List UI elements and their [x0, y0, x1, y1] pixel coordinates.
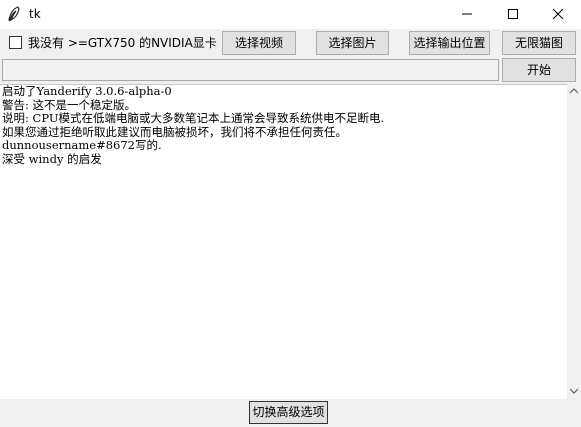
- log-line: dunnousername#8672写的.: [2, 138, 162, 153]
- toggle-advanced-options-button[interactable]: 切换高级选项: [249, 401, 328, 424]
- log-line: 如果您通过拒绝听取此建议而电脑被损坏，我们将不承担任何责任。: [2, 124, 347, 139]
- log-line: 深受 windy 的启发: [2, 151, 102, 166]
- log-output[interactable]: 启动了Yanderify 3.0.6-alpha-0 警告: 这不是一个稳定版。…: [0, 84, 567, 399]
- select-video-button[interactable]: 选择视频: [222, 31, 296, 55]
- scroll-down-arrow-icon[interactable]: [567, 384, 581, 398]
- minimize-button[interactable]: [444, 0, 490, 29]
- window-title: tk: [29, 7, 41, 21]
- infinite-cat-button[interactable]: 无限猫图: [502, 31, 576, 55]
- scroll-up-arrow-icon[interactable]: [567, 84, 581, 98]
- gpu-checkbox-label[interactable]: 我没有 >=GTX750 的NVIDIA显卡: [28, 35, 217, 51]
- maximize-button[interactable]: [490, 0, 536, 29]
- gpu-checkbox[interactable]: [9, 36, 22, 49]
- feather-icon: [7, 6, 21, 22]
- start-button[interactable]: 开始: [502, 58, 576, 82]
- close-button[interactable]: [535, 0, 581, 29]
- log-scrollbar[interactable]: [567, 84, 581, 398]
- title-bar: tk: [0, 0, 581, 29]
- select-output-button[interactable]: 选择输出位置: [409, 31, 490, 55]
- log-line: 启动了Yanderify 3.0.6-alpha-0: [2, 84, 172, 98]
- path-entry[interactable]: [2, 59, 499, 81]
- log-line: 说明: CPU模式在低端电脑或大多数笔记本上通常会导致系统供电不足断电.: [2, 111, 385, 126]
- select-image-button[interactable]: 选择图片: [316, 31, 389, 55]
- log-line: 警告: 这不是一个稳定版。: [2, 97, 137, 112]
